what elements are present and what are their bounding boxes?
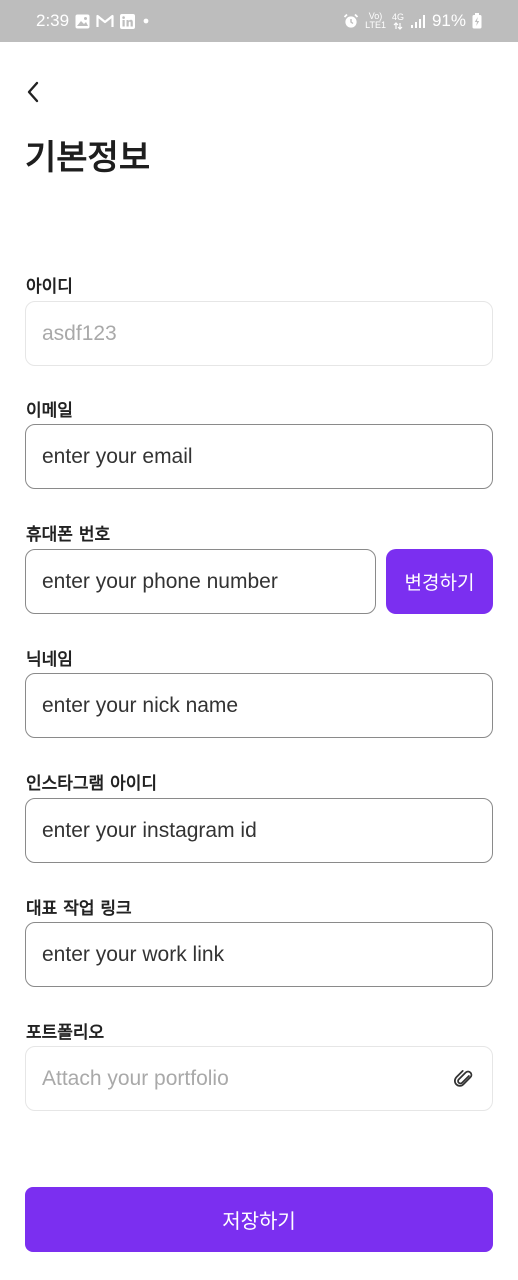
- paperclip-icon[interactable]: [452, 1067, 476, 1091]
- phone-change-button[interactable]: 변경하기: [386, 549, 493, 614]
- phone-field[interactable]: enter your phone number: [25, 549, 376, 614]
- alarm-icon: [343, 13, 359, 29]
- phone-change-label: 변경하기: [404, 572, 475, 594]
- volte-bottom-text: LTE1: [365, 20, 386, 30]
- status-bar-left: 2:39: [36, 11, 151, 31]
- status-bar: 2:39 Vo) LTE1 4G 91%: [0, 0, 518, 42]
- id-field: asdf123: [25, 301, 493, 366]
- dot-icon: [141, 16, 151, 26]
- linkedin-icon: [120, 13, 136, 29]
- 4g-icon: 4G: [391, 11, 404, 30]
- worklink-field[interactable]: enter your work link: [25, 922, 493, 987]
- volte-icon: Vo) LTE1: [365, 12, 386, 30]
- id-label: 아이디: [26, 277, 73, 297]
- nickname-field[interactable]: enter your nick name: [25, 673, 493, 738]
- back-button[interactable]: [22, 80, 44, 108]
- battery-charging-icon: [472, 13, 482, 29]
- phone-label: 휴대폰 번호: [26, 525, 111, 545]
- status-bar-right: Vo) LTE1 4G 91%: [343, 11, 482, 31]
- instagram-label: 인스타그램 아이디: [26, 774, 158, 794]
- id-value: asdf123: [42, 321, 117, 345]
- portfolio-attach-field[interactable]: Attach your portfolio: [25, 1046, 493, 1111]
- nickname-label: 닉네임: [26, 650, 73, 670]
- status-time: 2:39: [36, 11, 70, 30]
- page-title: 기본정보: [25, 138, 151, 178]
- signal-icon: [410, 14, 426, 28]
- phone-placeholder: enter your phone number: [42, 569, 278, 593]
- portfolio-label: 포트폴리오: [26, 1023, 105, 1043]
- worklink-placeholder: enter your work link: [42, 942, 225, 966]
- email-placeholder: enter your email: [42, 444, 193, 468]
- chevron-left-icon: [26, 81, 40, 107]
- nickname-placeholder: enter your nick name: [42, 693, 239, 717]
- email-label: 이메일: [26, 401, 73, 421]
- battery-percent: 91%: [431, 11, 466, 30]
- save-button[interactable]: 저장하기: [25, 1187, 493, 1252]
- instagram-placeholder: enter your instagram id: [42, 818, 257, 842]
- gmail-icon: [96, 14, 114, 28]
- save-label: 저장하기: [222, 1209, 296, 1233]
- network-type-text: 4G: [391, 11, 404, 22]
- email-field[interactable]: enter your email: [25, 424, 493, 489]
- worklink-label: 대표 작업 링크: [26, 899, 132, 919]
- gallery-icon: [75, 14, 90, 29]
- instagram-field[interactable]: enter your instagram id: [25, 798, 493, 863]
- portfolio-placeholder: Attach your portfolio: [42, 1066, 229, 1090]
